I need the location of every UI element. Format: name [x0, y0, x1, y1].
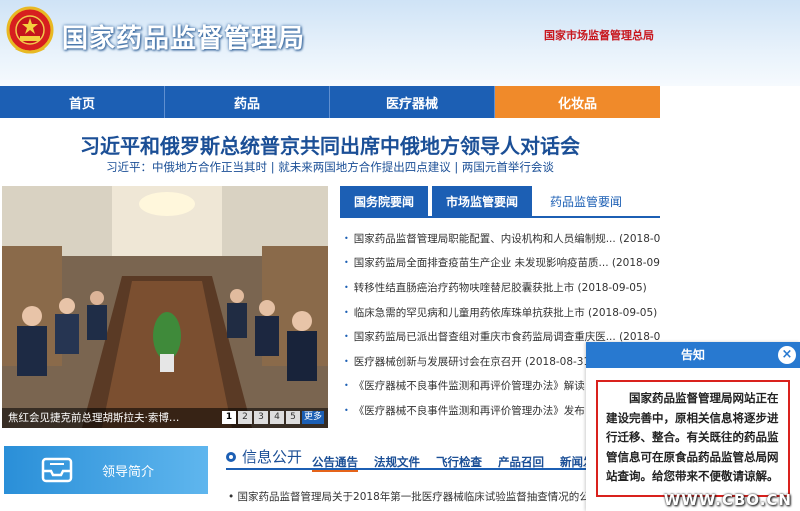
pager-button-4[interactable]: 4: [270, 411, 284, 424]
bullet-icon: •: [344, 332, 349, 342]
bullet-icon: •: [344, 405, 349, 415]
national-emblem-icon[interactable]: [6, 4, 54, 58]
headline-subtitle[interactable]: 习近平：中俄地方合作正当其时 | 就未来两国地方合作提出四点建议 | 两国元首举…: [0, 159, 660, 175]
close-icon[interactable]: ×: [778, 346, 796, 364]
news-item[interactable]: • 国家药品监督管理局职能配置、内设机构和人员编制规... (2018-09-10…: [340, 226, 660, 251]
pager-button-2[interactable]: 2: [238, 411, 252, 424]
bullet-icon: •: [228, 491, 235, 503]
info-title-text: 信息公开: [242, 448, 303, 466]
info-disclosure-header: 信息公开 公告通告 法规文件 飞行检查 产品召回 新闻发布: [226, 446, 626, 472]
bullet-icon: •: [344, 258, 349, 268]
main-nav: 首页 药品 医疗器械 化妆品: [0, 86, 660, 118]
info-news-item[interactable]: • 国家药品监督管理局关于2018年第一批医疗器械临床试验监督抽查情况的公告 (…: [228, 489, 648, 504]
bullet-icon: •: [344, 356, 349, 366]
notice-header: 告知 ×: [586, 342, 800, 368]
news-item-text[interactable]: 转移性结直肠癌治疗药物呋喹替尼胶囊获批上市 (2018-09-05): [354, 280, 647, 295]
bullet-icon: •: [344, 282, 349, 292]
tab-flight-inspection[interactable]: 飞行检查: [436, 454, 482, 472]
nav-item-devices[interactable]: 医疗器械: [330, 86, 495, 118]
nav-item-home[interactable]: 首页: [0, 86, 165, 118]
notice-title: 告知: [680, 348, 705, 362]
news-item[interactable]: • 临床急需的罕见病和儿童用药依库珠单抗获批上市 (2018-09-05): [340, 300, 660, 325]
inbox-tray-icon: [41, 457, 73, 483]
watermark: WWW.CBO.CN: [663, 491, 792, 509]
nav-item-drugs[interactable]: 药品: [165, 86, 330, 118]
bullet-icon: •: [344, 307, 349, 317]
info-disclosure-title: 信息公开: [226, 446, 302, 467]
leadership-intro-button[interactable]: 领导简介: [4, 446, 208, 494]
pager-button-1[interactable]: 1: [222, 411, 236, 424]
tab-regulations[interactable]: 法规文件: [374, 454, 420, 472]
info-tabs: 公告通告 法规文件 飞行检查 产品召回 新闻发布: [312, 454, 606, 472]
news-item-text[interactable]: 国家药监局全面排查疫苗生产企业 未发现影响疫苗质... (2018-09-07): [354, 255, 660, 270]
pager-button-5[interactable]: 5: [286, 411, 300, 424]
news-item[interactable]: • 转移性结直肠癌治疗药物呋喹替尼胶囊获批上市 (2018-09-05): [340, 275, 660, 300]
news-photo-carousel[interactable]: 焦红会见捷克前总理胡斯拉夫·索博… 1 2 3 4 5 更多: [2, 186, 328, 428]
circle-bullet-icon: [226, 451, 236, 462]
news-item-text[interactable]: 医疗器械创新与发展研讨会在京召开 (2018-08-31): [354, 354, 595, 369]
tab-announcements[interactable]: 公告通告: [312, 454, 358, 472]
samr-link[interactable]: 国家市场监督管理总局: [544, 27, 654, 43]
news-item-text[interactable]: 国家药品监督管理局职能配置、内设机构和人员编制规... (2018-09-10): [354, 231, 660, 246]
tab-drug-regulation-news[interactable]: 药品监管要闻: [536, 186, 637, 216]
pager-button-3[interactable]: 3: [254, 411, 268, 424]
news-item[interactable]: • 国家药监局全面排查疫苗生产企业 未发现影响疫苗质... (2018-09-07…: [340, 251, 660, 276]
tab-product-recall[interactable]: 产品召回: [498, 454, 544, 472]
tab-market-regulation-news[interactable]: 市场监管要闻: [432, 186, 533, 216]
meeting-photo: [2, 186, 328, 428]
tab-state-council-news[interactable]: 国务院要闻: [340, 186, 429, 216]
news-tabs: 国务院要闻 市场监管要闻 药品监管要闻: [340, 186, 660, 218]
pager-more-button[interactable]: 更多: [302, 411, 324, 424]
site-title[interactable]: 国家药品监督管理局: [62, 18, 305, 55]
notice-body: 国家药品监督管理局网站正在建设完善中，原相关信息将逐步进行迁移、整合。有关既往的…: [596, 380, 790, 497]
bullet-icon: •: [344, 381, 349, 391]
carousel-pager: 1 2 3 4 5 更多: [222, 411, 324, 424]
notice-popup: 告知 × 国家药品监督管理局网站正在建设完善中，原相关信息将逐步进行迁移、整合。…: [586, 342, 800, 511]
bullet-icon: •: [344, 233, 349, 243]
nav-item-cosmetics[interactable]: 化妆品: [495, 86, 660, 118]
headline-title[interactable]: 习近平和俄罗斯总统普京共同出席中俄地方领导人对话会: [0, 130, 660, 159]
news-item-text[interactable]: 临床急需的罕见病和儿童用药依库珠单抗获批上市 (2018-09-05): [354, 305, 658, 320]
sidebox-label: 领导简介: [102, 464, 155, 480]
site-header: 国家药品监督管理局 国家市场监督管理总局: [0, 0, 800, 86]
photo-caption[interactable]: 焦红会见捷克前总理胡斯拉夫·索博…: [8, 410, 179, 425]
